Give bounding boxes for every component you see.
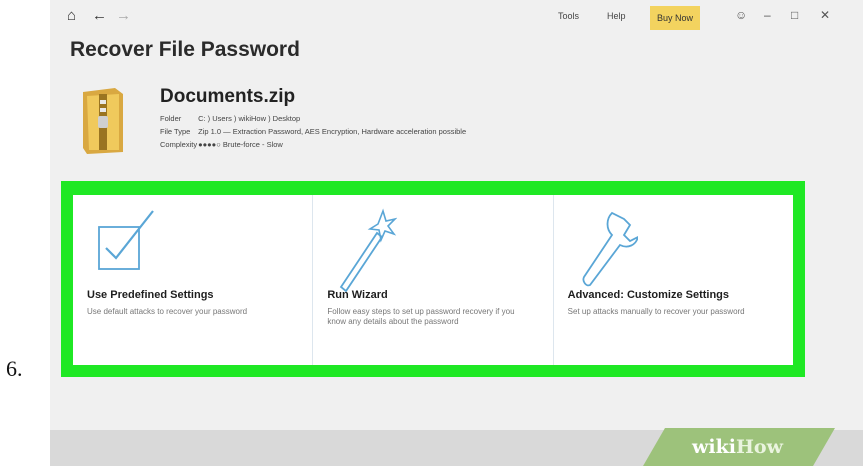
option-title: Run Wizard [327,289,388,301]
page-title: Recover File Password [70,38,300,61]
minimize-icon[interactable]: – [764,8,771,22]
option-description: Set up attacks manually to recover your … [567,307,745,316]
complexity-row: Complexity ●●●●○ Brute-force - Slow [160,140,283,149]
recovery-options: Use Predefined Settings Use default atta… [73,195,793,365]
wikihow-watermark: wikiHow [692,436,783,458]
complexity-label: Complexity [160,140,198,149]
file-type-label: File Type [160,127,191,136]
option-advanced-settings[interactable]: Advanced: Customize Settings Set up atta… [554,195,793,365]
option-run-wizard[interactable]: Run Wizard Follow easy steps to set up p… [313,195,554,365]
file-name: Documents.zip [160,86,296,107]
option-predefined-settings[interactable]: Use Predefined Settings Use default atta… [73,195,314,365]
help-menu[interactable]: Help [607,11,626,21]
title-bar: ⌂ ← → Tools Help Buy Now ☺ – □ ✕ [50,0,863,34]
step-number: 6. [6,356,23,381]
file-type-value: Zip 1.0 — Extraction Password, AES Encry… [198,127,467,136]
folder-value: C: ) Users ) wikiHow ) Desktop [198,114,301,123]
user-icon[interactable]: ☺ [735,8,747,22]
magic-wand-icon [340,208,398,293]
complexity-value: ●●●●○ Brute-force - Slow [198,140,283,149]
file-type-row: File Type Zip 1.0 — Extraction Password,… [160,127,466,136]
back-arrow-icon[interactable]: ← [92,7,107,25]
folder-row: Folder C: ) Users ) wikiHow ) Desktop [160,114,300,123]
zip-folder-icon [83,88,123,154]
home-icon[interactable]: ⌂ [67,7,76,25]
close-icon[interactable]: ✕ [820,8,830,22]
option-description: Follow easy steps to set up password rec… [327,307,515,326]
recover-password-window: ⌂ ← → Tools Help Buy Now ☺ – □ ✕ Recover… [50,0,863,466]
folder-label: Folder [160,114,182,123]
maximize-icon[interactable]: □ [791,8,798,22]
watermark-wiki: wiki [692,436,736,458]
option-description: Use default attacks to recover your pass… [87,307,248,316]
tools-menu[interactable]: Tools [558,11,579,21]
watermark-how: How [735,436,783,458]
wrench-icon [582,211,638,287]
option-title: Use Predefined Settings [87,289,214,301]
checkbox-check-icon [98,210,154,270]
buy-now-button[interactable]: Buy Now [650,6,700,30]
option-title: Advanced: Customize Settings [567,289,730,301]
forward-arrow-icon[interactable]: → [116,7,131,25]
